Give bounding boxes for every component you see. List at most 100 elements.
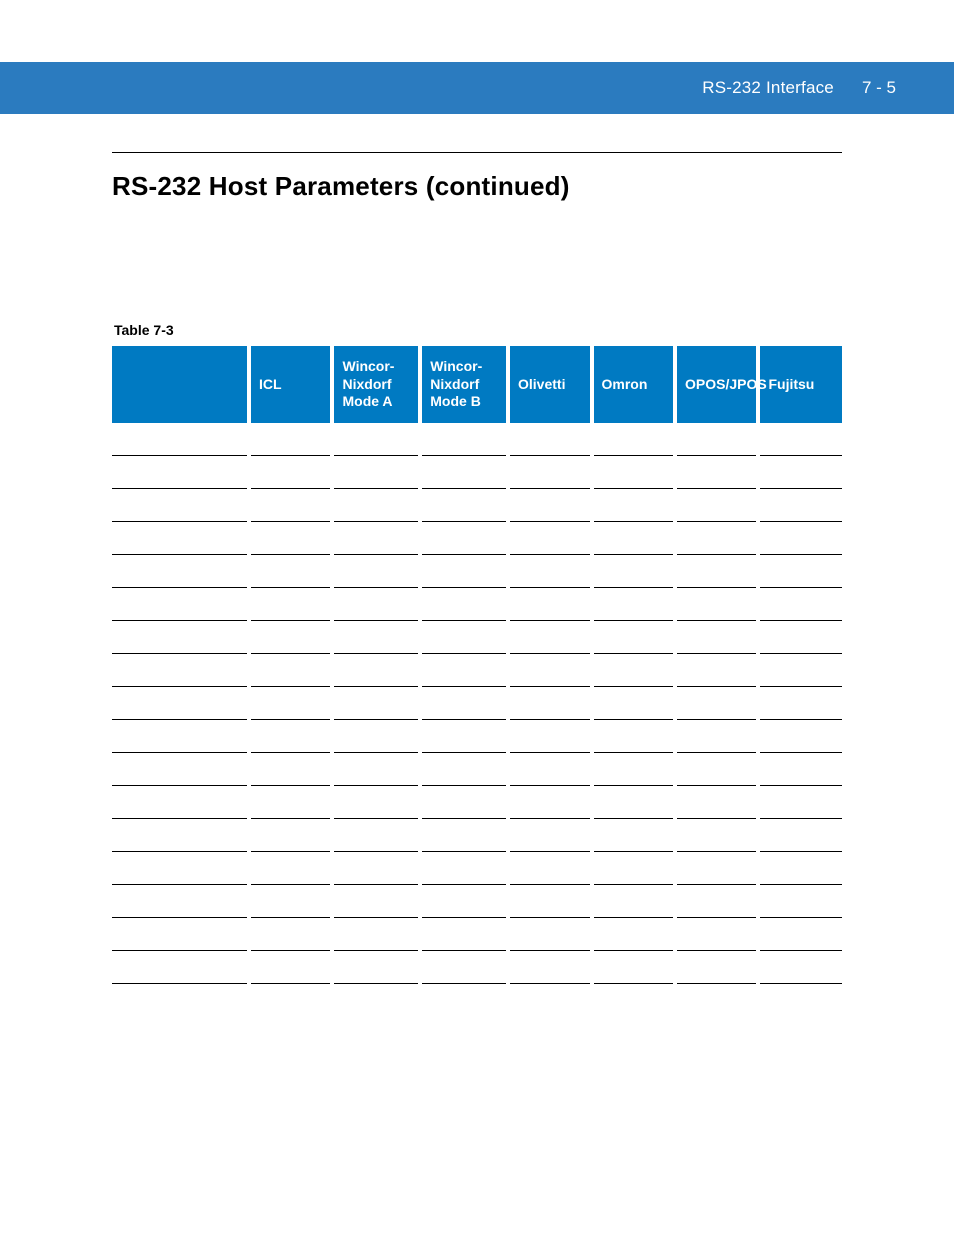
table-cell [758,753,842,786]
table-cell [675,555,758,588]
table-row [112,753,842,786]
column-header-blank [112,346,249,423]
table-cell [420,456,508,489]
table-cell [508,456,591,489]
table-cell [508,951,591,984]
table-cell [249,687,332,720]
table-row [112,852,842,885]
table-cell [675,819,758,852]
table-cell [249,951,332,984]
table-cell [420,885,508,918]
column-header-icl: ICL [249,346,332,423]
table-cell [592,654,675,687]
header-page-number: 7 - 5 [862,78,896,98]
table-cell [592,786,675,819]
table-cell [249,489,332,522]
table-cell [508,720,591,753]
header-section-name: RS-232 Interface [702,78,834,98]
table-cell [508,852,591,885]
table-cell [420,951,508,984]
table-cell [420,819,508,852]
host-parameters-table: ICL Wincor-Nixdorf Mode A Wincor-Nixdorf… [112,346,842,984]
table-cell [249,885,332,918]
table-cell [420,423,508,456]
table-cell [758,489,842,522]
table-cell [249,555,332,588]
table-cell [758,720,842,753]
table-row [112,720,842,753]
table-cell [675,786,758,819]
table-cell [112,456,249,489]
table-cell [508,555,591,588]
table-cell [758,522,842,555]
table-cell [675,423,758,456]
page-content: RS-232 Host Parameters (continued) Table… [112,152,842,984]
table-cell [112,852,249,885]
table-cell [758,687,842,720]
table-cell [420,522,508,555]
table-cell [249,918,332,951]
table-cell [112,720,249,753]
table-cell [675,489,758,522]
table-cell [758,456,842,489]
table-header: ICL Wincor-Nixdorf Mode A Wincor-Nixdorf… [112,346,842,423]
table-cell [420,720,508,753]
table-row [112,654,842,687]
table-cell [592,720,675,753]
table-cell [332,522,420,555]
column-header-olivetti: Olivetti [508,346,591,423]
table-cell [592,819,675,852]
table-row [112,555,842,588]
table-cell [249,786,332,819]
table-cell [332,819,420,852]
table-cell [112,489,249,522]
table-cell [332,687,420,720]
table-cell [675,885,758,918]
table-cell [249,423,332,456]
table-cell [332,621,420,654]
table-cell [592,951,675,984]
table-cell [112,786,249,819]
table-cell [332,720,420,753]
table-cell [112,885,249,918]
table-cell [332,654,420,687]
table-cell [420,555,508,588]
table-cell [758,654,842,687]
table-row [112,588,842,621]
table-cell [508,489,591,522]
table-cell [112,423,249,456]
table-cell [592,621,675,654]
table-cell [508,687,591,720]
table-cell [420,489,508,522]
table-cell [249,654,332,687]
column-header-wincor-a: Wincor-Nixdorf Mode A [332,346,420,423]
table-cell [112,621,249,654]
table-row [112,786,842,819]
table-cell [508,885,591,918]
table-cell [758,621,842,654]
table-cell [758,819,842,852]
table-cell [249,456,332,489]
table-cell [592,555,675,588]
table-cell [332,852,420,885]
table-cell [508,522,591,555]
table-cell [758,555,842,588]
table-cell [508,786,591,819]
table-cell [675,687,758,720]
table-cell [758,786,842,819]
table-row [112,687,842,720]
table-cell [758,885,842,918]
table-row [112,918,842,951]
table-row [112,489,842,522]
table-cell [420,786,508,819]
page-header: RS-232 Interface 7 - 5 [0,62,954,114]
table-row [112,885,842,918]
table-cell [592,885,675,918]
table-cell [332,885,420,918]
table-cell [508,588,591,621]
table-cell [758,588,842,621]
table-cell [332,489,420,522]
table-cell [420,753,508,786]
table-cell [112,819,249,852]
table-cell [508,918,591,951]
